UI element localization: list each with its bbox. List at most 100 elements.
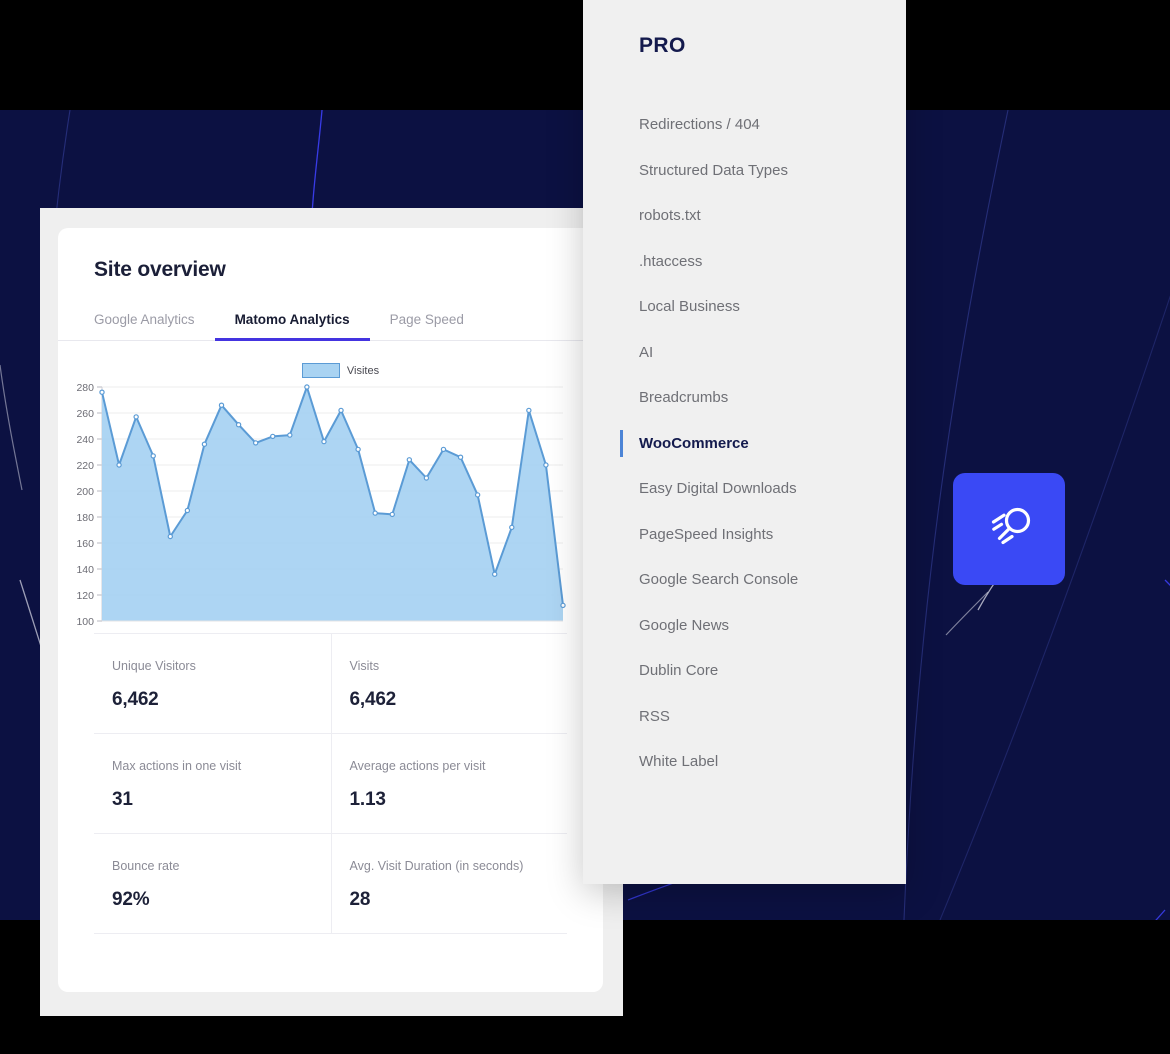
visits-area-chart: Visites 100 120 140 160 180 200 220 240 260 280 [58, 363, 603, 633]
chart-data-point [304, 384, 310, 390]
chart-data-point [526, 407, 532, 414]
sidebar-item-rss[interactable]: RSS [583, 694, 906, 740]
chart-y-tick-label: 240 [76, 434, 94, 446]
sidebar-item-label: White Label [639, 753, 719, 771]
stat-avg-visit-duration: Avg. Visit Duration (in seconds) 28 [330, 834, 568, 933]
chart-data-point [372, 510, 378, 516]
site-overview-card: Site overview Google Analytics Matomo An… [58, 228, 603, 992]
sidebar-item-label: Easy Digital Downloads [639, 480, 797, 498]
chart-data-point [457, 454, 464, 460]
sidebar-item-label: robots.txt [639, 207, 701, 225]
stat-label: Visits [349, 659, 380, 673]
sidebar-item-label: .htaccess [639, 252, 703, 270]
analytics-tabs: Google Analytics Matomo Analytics Page S… [58, 312, 603, 341]
chart-data-point [218, 402, 225, 408]
chart-y-tick-label: 220 [76, 460, 94, 472]
stats-row: Bounce rate 92% Avg. Visit Duration (in … [94, 834, 567, 934]
chart-y-tick-label: 120 [76, 590, 94, 602]
sidebar-item-white-label[interactable]: White Label [583, 739, 906, 785]
stats-grid: Unique Visitors 6,462 Visits 6,462 Max a… [94, 633, 567, 934]
sidebar-item-easy-digital-downloads[interactable]: Easy Digital Downloads [583, 466, 906, 512]
stat-value: 28 [349, 889, 371, 910]
sidebar-item-label: Redirections / 404 [639, 116, 760, 134]
chart-y-tick-label: 180 [76, 512, 94, 524]
chart-data-point [252, 440, 259, 446]
sidebar-item-local-business[interactable]: Local Business [583, 284, 906, 330]
chart-y-tick-label: 160 [76, 538, 94, 550]
stat-value: 6,462 [112, 689, 159, 710]
sidebar-item-robots-txt[interactable]: robots.txt [583, 193, 906, 239]
stat-unique-visitors: Unique Visitors 6,462 [94, 634, 331, 733]
sidebar-item-label: WooCommerce [639, 434, 749, 452]
stat-label: Max actions in one visit [112, 759, 242, 773]
sidebar-item-breadcrumbs[interactable]: Breadcrumbs [583, 375, 906, 421]
legend-swatch-visites [301, 363, 340, 378]
pro-sidebar: PRO Redirections / 404 Structured Data Ty… [583, 0, 906, 884]
stats-row: Max actions in one visit 31 Average acti… [94, 734, 567, 834]
tab-page-speed[interactable]: Page Speed [370, 312, 484, 340]
sidebar-item-woocommerce[interactable]: WooCommerce [583, 421, 906, 467]
chart-data-point [116, 462, 122, 468]
sidebar-item-label: Structured Data Types [639, 161, 788, 179]
chart-data-point [389, 511, 395, 518]
chart-data-point [150, 453, 156, 459]
stat-value: 6,462 [349, 689, 397, 710]
chart-data-point [406, 457, 413, 463]
chart-area-fill [102, 387, 563, 621]
stat-visits: Visits 6,462 [330, 634, 568, 733]
chart-data-point [321, 438, 327, 445]
chart-data-point [287, 432, 293, 438]
stat-label: Avg. Visit Duration (in seconds) [349, 859, 524, 873]
chart-data-point [184, 507, 191, 514]
chart-data-point [440, 446, 447, 453]
sidebar-item-redirections-404[interactable]: Redirections / 404 [583, 102, 906, 148]
chart-data-point [99, 389, 105, 395]
chart-data-point [423, 475, 430, 481]
chart-y-tick-label: 200 [76, 486, 94, 498]
stats-row: Unique Visitors 6,462 Visits 6,462 [94, 634, 567, 734]
tab-matomo-analytics[interactable]: Matomo Analytics [214, 312, 370, 341]
sidebar-item-label: Google News [639, 616, 730, 634]
page-title: Site overview [94, 258, 226, 281]
sidebar-item-google-search-console[interactable]: Google Search Console [583, 557, 906, 603]
chart-y-tick-label: 260 [76, 408, 94, 420]
sidebar-item-dublin-core[interactable]: Dublin Core [583, 648, 906, 694]
sidebar-item-label: PageSpeed Insights [639, 525, 774, 543]
chart-data-point [270, 433, 276, 440]
chart-data-point [167, 533, 173, 540]
chart-data-point [201, 441, 208, 447]
sidebar-item-structured-data-types[interactable]: Structured Data Types [583, 148, 906, 194]
seopress-magnifier-icon [991, 507, 1031, 545]
sidebar-item-label: RSS [639, 707, 670, 725]
chart-data-point [355, 446, 361, 453]
chart-data-point [509, 524, 515, 531]
chart-data-point [492, 571, 498, 577]
tab-google-analytics[interactable]: Google Analytics [94, 312, 215, 340]
sidebar-item-label: Local Business [639, 298, 740, 316]
sidebar-item-google-news[interactable]: Google News [583, 603, 906, 649]
stat-label: Bounce rate [112, 859, 180, 873]
pro-sidebar-menu: Redirections / 404 Structured Data Types r… [583, 102, 906, 785]
stat-label: Average actions per visit [349, 759, 486, 773]
sidebar-item-ai[interactable]: AI [583, 330, 906, 376]
card-header: Site overview [58, 228, 603, 282]
chart-data-point [560, 602, 566, 609]
sidebar-item-label: Dublin Core [639, 662, 719, 680]
chart-plot-area: 100 120 140 160 180 200 220 240 260 280 [76, 382, 566, 628]
sidebar-item-label: Breadcrumbs [639, 389, 729, 407]
stat-label: Unique Visitors [112, 659, 196, 673]
chart-data-point [235, 422, 242, 428]
chart-legend: Visites [58, 363, 603, 378]
stat-bounce-rate: Bounce rate 92% [94, 834, 331, 933]
seopress-logo-badge[interactable] [953, 473, 1065, 585]
chart-data-point [543, 462, 549, 468]
chart-data-point [133, 414, 139, 420]
sidebar-item-htaccess[interactable]: .htaccess [583, 239, 906, 285]
sidebar-item-pagespeed-insights[interactable]: PageSpeed Insights [583, 512, 906, 558]
pro-sidebar-title: PRO [639, 34, 686, 57]
chart-y-tick-label: 140 [76, 564, 94, 576]
legend-label-visites: Visites [346, 364, 380, 377]
stat-value: 1.13 [349, 789, 386, 810]
stat-average-actions-per-visit: Average actions per visit 1.13 [330, 734, 568, 833]
chart-data-point [338, 407, 344, 414]
